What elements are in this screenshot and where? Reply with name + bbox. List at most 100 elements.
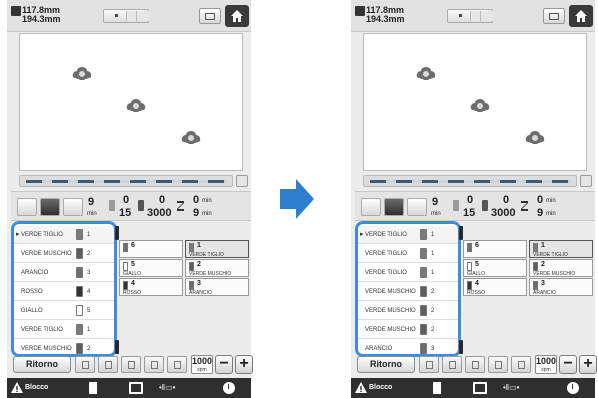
thread-cut-button[interactable]: [40, 198, 60, 216]
hoop-view-button[interactable]: [199, 8, 221, 24]
home-button[interactable]: [569, 5, 593, 27]
thread-color-cell[interactable]: 1 VERDE TIGLIO: [529, 240, 593, 258]
thread-color-cell[interactable]: 6: [119, 240, 183, 258]
thread-swatch: [533, 262, 538, 271]
color-list-item[interactable]: ARANCIO 3: [358, 340, 458, 354]
thread-color-cell[interactable]: 1 VERDE TIGLIO: [185, 240, 249, 258]
tool-button[interactable]: [488, 356, 508, 373]
tool-button[interactable]: [121, 356, 141, 373]
color-sequence-list: ▸ VERDE TIGLIO 1 VERDE MUSCHIO 2 ARANCIO…: [11, 221, 117, 357]
color-list-item[interactable]: VERDE MUSCHIO 2: [14, 245, 114, 263]
color-list-item[interactable]: VERDE MUSCHIO 2: [358, 321, 458, 339]
tool-button[interactable]: [419, 356, 439, 373]
embroidery-motif: [126, 99, 146, 112]
hoop-view-button[interactable]: [543, 8, 565, 24]
needle-move-icon[interactable]: •‖▭•: [503, 382, 537, 394]
hoop-icon[interactable]: [129, 382, 143, 394]
stitch-back-button[interactable]: [361, 198, 381, 216]
lock-label: Blocco: [369, 384, 393, 391]
color-list-item[interactable]: ▸ VERDE TIGLIO 1: [358, 226, 458, 244]
thread-swatch: [189, 243, 194, 252]
color-name: VERDE TIGLIO: [365, 270, 407, 276]
tool-button[interactable]: [98, 356, 118, 373]
tool-button[interactable]: [442, 356, 462, 373]
tool-button[interactable]: [144, 356, 164, 373]
clock-icon[interactable]: [567, 382, 579, 394]
speed-plus-button[interactable]: +: [235, 355, 253, 374]
tool-button[interactable]: [465, 356, 485, 373]
stitch-back-button[interactable]: [17, 198, 37, 216]
layout-toggle-button[interactable]: [447, 9, 493, 23]
cell-name: ARANCIO: [533, 290, 556, 296]
clock-hand: [228, 384, 229, 389]
clock-icon[interactable]: [223, 382, 235, 394]
list-scroll-handle[interactable]: [115, 340, 119, 354]
tool-button[interactable]: [167, 356, 187, 373]
color-number: 2: [431, 308, 435, 314]
list-scroll-handle[interactable]: [459, 340, 463, 354]
thread-color-cell[interactable]: 3 ARANCIO: [185, 278, 249, 296]
progress-button[interactable]: [580, 175, 592, 187]
list-scroll-handle[interactable]: [459, 226, 463, 240]
progress-button[interactable]: [236, 175, 248, 187]
tool-button[interactable]: [75, 356, 95, 373]
color-list-item[interactable]: ROSSO 4: [14, 283, 114, 301]
needle-move-icon[interactable]: •‖▭•: [159, 382, 193, 394]
color-name: VERDE MUSCHIO: [365, 308, 416, 314]
embroidery-size-icon: [11, 6, 21, 16]
color-number: 1: [431, 270, 435, 276]
color-list-item[interactable]: VERDE TIGLIO 1: [358, 264, 458, 282]
color-list-item[interactable]: VERDE MUSCHIO 2: [14, 340, 114, 354]
presser-foot-button[interactable]: [63, 198, 83, 216]
thread-color-cell[interactable]: 4 ROSSO: [119, 278, 183, 296]
thread-color-cell[interactable]: 2 VERDE MUSCHIO: [185, 259, 249, 277]
color-list-item[interactable]: ▸ VERDE TIGLIO 1: [14, 226, 114, 244]
stitch-progress-bar[interactable]: [19, 175, 233, 187]
home-icon: [575, 10, 587, 22]
return-button[interactable]: Ritorno: [357, 356, 415, 373]
layout-toggle-button[interactable]: [103, 9, 149, 23]
stitch-progress-bar[interactable]: [363, 175, 577, 187]
color-count-icon: [109, 200, 115, 211]
thread-color-cell[interactable]: 5 GIALLO: [119, 259, 183, 277]
speed-value: 1000: [536, 356, 557, 366]
thread-color-cell[interactable]: 2 VERDE MUSCHIO: [529, 259, 593, 277]
color-list-item[interactable]: VERDE TIGLIO 1: [14, 321, 114, 339]
speed-minus-button[interactable]: −: [215, 355, 233, 374]
document-icon[interactable]: [433, 382, 441, 394]
home-button[interactable]: [225, 5, 249, 27]
color-current: 0: [467, 194, 474, 206]
color-list-item[interactable]: VERDE MUSCHIO 2: [358, 283, 458, 301]
color-list-item[interactable]: VERDE MUSCHIO 2: [358, 302, 458, 320]
lock-button[interactable]: Blocco: [355, 381, 411, 395]
tool-button[interactable]: [511, 356, 531, 373]
return-button[interactable]: Ritorno: [13, 356, 71, 373]
clock-hand: [572, 384, 573, 389]
document-icon[interactable]: [89, 382, 97, 394]
color-name: VERDE MUSCHIO: [21, 251, 72, 257]
presser-foot-button[interactable]: [407, 198, 427, 216]
hoop-icon[interactable]: [473, 382, 487, 394]
color-list-item[interactable]: VERDE TIGLIO 1: [358, 245, 458, 263]
cell-name: VERDE MUSCHIO: [533, 271, 576, 277]
thread-color-cell[interactable]: 3 ARANCIO: [529, 278, 593, 296]
speed-minus-button[interactable]: −: [559, 355, 577, 374]
speed-display: 1000 spm: [191, 355, 213, 374]
thread-cut-button[interactable]: [384, 198, 404, 216]
thread-color-grid: 6 1 VERDE TIGLIO 5 GIALLO 2 VERDE MUSCHI…: [463, 240, 595, 320]
thread-swatch: [420, 305, 427, 316]
list-scroll-handle[interactable]: [115, 226, 119, 240]
lock-button[interactable]: Blocco: [11, 381, 67, 395]
time-current-unit: min: [202, 198, 212, 204]
color-list-item[interactable]: ARANCIO 3: [14, 264, 114, 282]
thread-swatch: [76, 324, 83, 335]
color-list-item[interactable]: GIALLO 5: [14, 302, 114, 320]
bottom-bar: Blocco •‖▭•: [351, 378, 595, 398]
bottom-bar: Blocco •‖▭•: [7, 378, 251, 398]
color-name: VERDE MUSCHIO: [21, 346, 72, 352]
thread-color-cell[interactable]: 5 GIALLO: [463, 259, 527, 277]
thread-color-cell[interactable]: 4 ROSSO: [463, 278, 527, 296]
thread-color-cell[interactable]: 6: [463, 240, 527, 258]
speed-plus-button[interactable]: +: [579, 355, 597, 374]
hoop-view-icon: [549, 13, 559, 20]
